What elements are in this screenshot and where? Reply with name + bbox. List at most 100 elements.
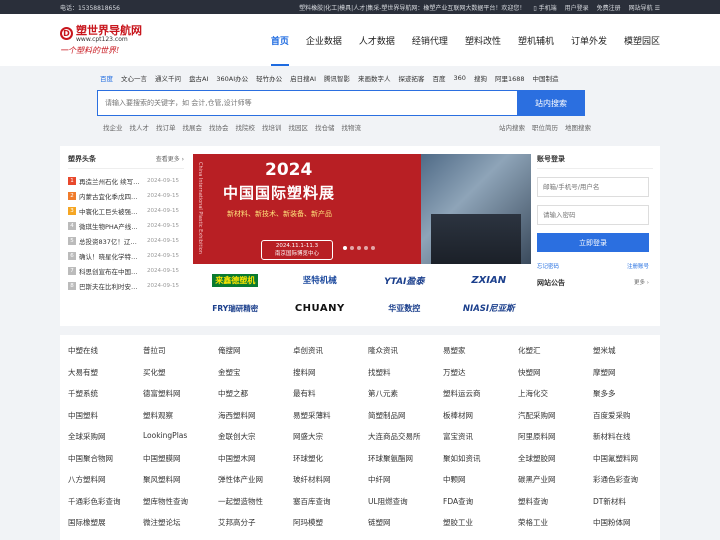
search-input[interactable] [97,90,517,116]
site-link[interactable]: 俺搜网 [218,345,293,367]
nav-item-machinery[interactable]: 塑机辅机 [518,14,554,66]
site-link[interactable]: 化塑汇 [518,345,593,367]
engine-tab[interactable]: 启日搜AI [290,73,316,83]
site-link[interactable]: 中国聚合物网 [68,453,143,475]
engine-tab[interactable]: 360AI办公 [216,73,248,83]
engine-tab[interactable]: 百度 [100,73,113,83]
site-link[interactable]: 快塑网 [518,367,593,389]
site-link[interactable]: 塑料运云商 [443,388,518,410]
site-link[interactable]: 彩通色彩查询 [593,474,668,496]
site-link[interactable]: 弹性体产业网 [218,474,293,496]
site-link[interactable]: 中国塑膜网 [143,453,218,475]
carousel-dot[interactable] [371,246,375,250]
carousel-dot[interactable] [357,246,361,250]
engine-tab[interactable]: 盘古AI [189,73,208,83]
news-item[interactable]: 6 确认！晓星化学特… 2024-09-15 [68,248,184,263]
sublink[interactable]: 找企业 [103,122,123,132]
expo-banner[interactable]: China International Plastic Exhibition 2… [193,154,531,264]
site-link[interactable]: FDA查询 [443,496,518,518]
engine-tab[interactable]: 百度 [433,73,446,83]
site-link[interactable]: 金联创大宗 [218,431,293,453]
engine-tab[interactable]: 探迹拓客 [399,73,425,83]
nav-item-modification[interactable]: 塑料改性 [465,14,501,66]
site-link[interactable]: 中国塑料 [68,410,143,432]
nav-item-companies[interactable]: 企业数据 [306,14,342,66]
carousel-dot[interactable] [343,246,347,250]
site-link[interactable]: 中纤网 [368,474,443,496]
site-link[interactable]: 搜料网 [293,367,368,389]
username-field[interactable] [537,177,649,197]
sublink[interactable]: 找人才 [130,122,150,132]
site-link[interactable]: 百度爱采购 [593,410,668,432]
site-link[interactable]: 荣格工业 [518,517,593,539]
site-link[interactable]: 万塑达 [443,367,518,389]
site-link[interactable]: 汽配采购网 [518,410,593,432]
news-more-link[interactable]: 查看更多 › [156,154,184,164]
news-item[interactable]: 4 微琪生物PHA产线… 2024-09-15 [68,218,184,233]
site-link[interactable]: 金塑宝 [218,367,293,389]
engine-tab[interactable]: 来画数字人 [358,73,391,83]
sublink-right[interactable]: 地图搜索 [565,122,591,132]
site-link[interactable]: 摩塑网 [593,367,668,389]
site-link[interactable]: 新材料在线 [593,431,668,453]
site-link[interactable]: 八方塑料网 [68,474,143,496]
site-link[interactable]: 千通彩色彩查询 [68,496,143,518]
site-link[interactable]: 中国塑木网 [218,453,293,475]
site-link[interactable]: 聚如如资讯 [443,453,518,475]
login-button[interactable]: 立即登录 [537,233,649,252]
engine-tab[interactable]: 搜狗 [474,73,487,83]
register-link[interactable]: 免费注册 [597,3,621,12]
search-button[interactable]: 站内搜索 [517,90,585,116]
site-link[interactable]: 塑料查询 [518,496,593,518]
site-link[interactable]: 阿玛模塑 [293,517,368,539]
news-item[interactable]: 5 总投资837亿！辽… 2024-09-15 [68,233,184,248]
site-link[interactable]: 链塑网 [368,517,443,539]
engine-tab[interactable]: 轻竹办公 [256,73,282,83]
site-link[interactable]: 艾邦高分子 [218,517,293,539]
site-link[interactable]: 找塑料 [368,367,443,389]
sublink[interactable]: 找订单 [156,122,176,132]
user-login-link[interactable]: 用户登录 [565,3,589,12]
logo[interactable]: D 塑世界导航网 www.cpt123.com 一个塑料的世界! [60,25,201,56]
site-link[interactable]: 中国粉体网 [593,517,668,539]
sublink[interactable]: 找物流 [342,122,362,132]
site-link[interactable]: 易塑采薄料 [293,410,368,432]
site-link[interactable]: 富宝资讯 [443,431,518,453]
site-link[interactable]: 中塑之都 [218,388,293,410]
site-nav-link[interactable]: 网站导航 ☰ [629,3,660,12]
brand-logo[interactable]: CHUANY [295,303,345,314]
site-link[interactable]: LookingPlas [143,431,218,453]
sublink[interactable]: 找院校 [236,122,256,132]
site-link[interactable]: 大易有塑 [68,367,143,389]
site-link[interactable]: 环球聚氨酯网 [368,453,443,475]
engine-tab[interactable]: 通义千问 [155,73,181,83]
site-link[interactable]: 网盛大宗 [293,431,368,453]
brand-logo[interactable]: YTAI盈泰 [384,274,424,287]
engine-tab[interactable]: 阿里1688 [495,73,525,83]
engine-tab[interactable]: 文心一言 [121,73,147,83]
site-link[interactable]: 玻纤材料网 [293,474,368,496]
site-link[interactable]: 塑库物性查询 [143,496,218,518]
site-link[interactable]: 塑料观察 [143,410,218,432]
carousel-dot[interactable] [350,246,354,250]
notice-more-link[interactable]: 更多 › [634,278,649,288]
site-link[interactable]: 中国氟塑料网 [593,453,668,475]
site-link[interactable]: 隆众资讯 [368,345,443,367]
site-link[interactable]: UL阻燃查询 [368,496,443,518]
register-account-link[interactable]: 注册账号 [627,262,649,270]
site-link[interactable]: 阿里原料网 [518,431,593,453]
site-link[interactable]: 最有料 [293,388,368,410]
nav-item-home[interactable]: 首页 [270,14,289,66]
sublink[interactable]: 找培训 [262,122,282,132]
site-link[interactable]: 聚多多 [593,388,668,410]
site-link[interactable]: 碳黑产业网 [518,474,593,496]
site-link[interactable]: 聚风塑料网 [143,474,218,496]
site-link[interactable]: 中颗网 [443,474,518,496]
site-link[interactable]: DT新材料 [593,496,668,518]
site-link[interactable]: 普拉司 [143,345,218,367]
site-link[interactable]: 易塑家 [443,345,518,367]
engine-tab[interactable]: 360 [454,74,466,82]
sublink[interactable]: 找仓储 [315,122,335,132]
nav-item-talent[interactable]: 人才数据 [359,14,395,66]
engine-tab[interactable]: 腾讯智影 [324,73,350,83]
